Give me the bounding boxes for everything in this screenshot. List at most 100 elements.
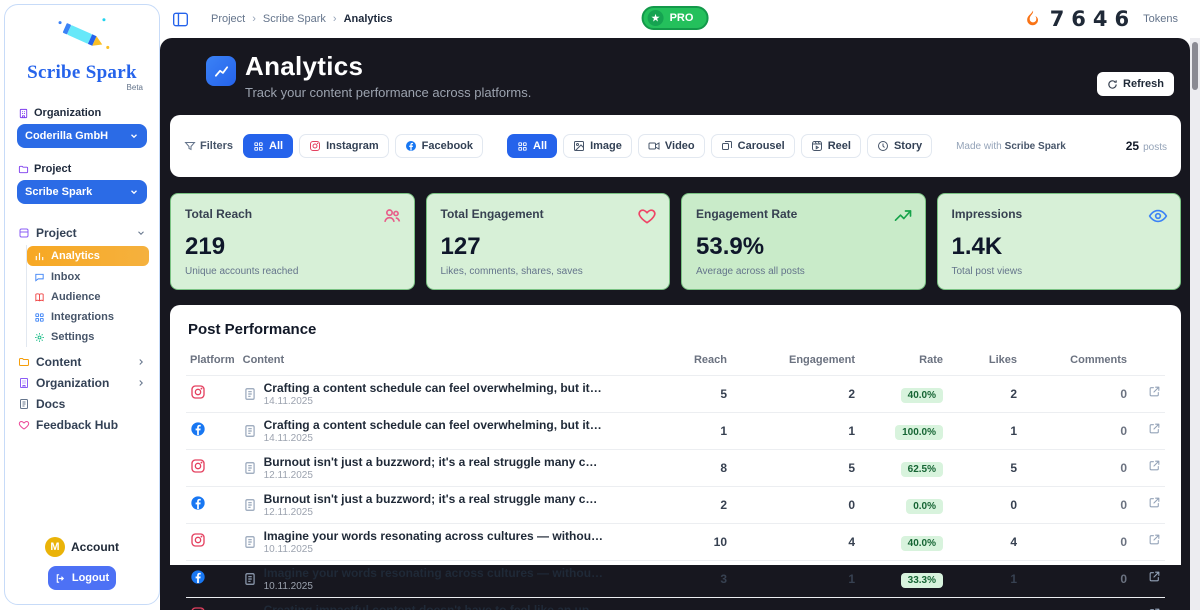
nav-docs[interactable]: Docs: [5, 393, 159, 414]
likes-value: 5: [947, 450, 1021, 487]
sidebar-item-integrations[interactable]: Integrations: [27, 307, 159, 327]
reach-value: 10: [621, 524, 731, 561]
book-icon: [34, 292, 45, 303]
chevron-right-icon: [136, 357, 146, 367]
external-link-icon[interactable]: [1148, 570, 1161, 583]
sidebar-item-settings[interactable]: Settings: [27, 327, 159, 347]
post-date: 14.11.2025: [264, 433, 604, 444]
post-document-icon: [243, 387, 257, 401]
project-select[interactable]: Scribe Spark: [17, 180, 147, 204]
table-row[interactable]: Crafting a content schedule can feel ove…: [186, 376, 1165, 413]
star-icon: ★: [648, 10, 664, 26]
table-row[interactable]: Crafting a content schedule can feel ove…: [186, 413, 1165, 450]
nav-feedback-hub[interactable]: Feedback Hub: [5, 414, 159, 435]
post-content: Crafting a content schedule can feel ove…: [264, 381, 604, 395]
facebook-icon: [405, 140, 417, 152]
external-link-icon[interactable]: [1148, 533, 1161, 546]
grid-icon: [34, 312, 45, 323]
table-row[interactable]: Burnout isn't just a buzzword; it's a re…: [186, 450, 1165, 487]
comments-value: 0: [1021, 524, 1131, 561]
table-row[interactable]: Burnout isn't just a buzzword; it's a re…: [186, 487, 1165, 524]
post-document-icon: [243, 535, 257, 549]
filters-card: Filters All Instagram Facebook All Image…: [170, 115, 1181, 177]
engagement-value: 0: [731, 487, 859, 524]
funnel-icon: [184, 140, 196, 152]
sidebar-item-analytics[interactable]: Analytics: [27, 246, 149, 266]
document-icon: [18, 398, 30, 410]
nav-organization[interactable]: Organization: [5, 372, 159, 393]
stat-card-total-reach: Total Reach 219 Unique accounts reached: [170, 193, 415, 290]
building-icon: [18, 377, 30, 389]
filter-image[interactable]: Image: [563, 134, 632, 158]
likes-value: 0: [947, 487, 1021, 524]
table-row[interactable]: Imagine your words resonating across cul…: [186, 524, 1165, 561]
logo: Scribe Spark Beta: [5, 5, 159, 92]
instagram-icon: [190, 384, 206, 400]
engagement-value: 4: [731, 524, 859, 561]
comments-value: 0: [1021, 598, 1131, 610]
breadcrumb-separator: ›: [252, 13, 256, 25]
reach-value: 12: [621, 598, 731, 610]
refresh-button[interactable]: Refresh: [1097, 72, 1174, 96]
engagement-value: 2: [731, 376, 859, 413]
scrollbar-thumb[interactable]: [1192, 42, 1198, 90]
filters-label: Filters: [184, 140, 233, 152]
post-content: Imagine your words resonating across cul…: [264, 529, 604, 543]
external-link-icon[interactable]: [1148, 422, 1161, 435]
logout-button[interactable]: Logout: [48, 566, 116, 590]
analytics-page-icon: [206, 56, 236, 86]
reach-value: 8: [621, 450, 731, 487]
pro-badge[interactable]: ★ PRO: [642, 6, 709, 30]
filter-facebook[interactable]: Facebook: [395, 134, 483, 158]
filter-type-all[interactable]: All: [507, 134, 557, 158]
filter-instagram[interactable]: Instagram: [299, 134, 389, 158]
post-date: 12.11.2025: [264, 507, 604, 518]
col-likes: Likes: [947, 350, 1021, 376]
reach-value: 2: [621, 487, 731, 524]
project-icon: [18, 227, 30, 239]
external-link-icon[interactable]: [1148, 385, 1161, 398]
posts-count: 25 posts: [1126, 139, 1167, 153]
eye-icon: [1148, 206, 1168, 231]
filter-platform-all[interactable]: All: [243, 134, 293, 158]
external-link-icon[interactable]: [1148, 459, 1161, 472]
table-row[interactable]: Creating impactful content doesn't have …: [186, 598, 1165, 610]
likes-value: 4: [947, 524, 1021, 561]
external-link-icon[interactable]: [1148, 496, 1161, 509]
post-content: Crafting a content schedule can feel ove…: [264, 418, 604, 432]
sidebar-toggle[interactable]: [172, 12, 189, 27]
post-document-icon: [243, 461, 257, 475]
brand-title: Scribe Spark: [5, 62, 159, 84]
sidebar-item-inbox[interactable]: Inbox: [27, 267, 159, 287]
filter-video[interactable]: Video: [638, 134, 705, 158]
post-date: 14.11.2025: [264, 396, 604, 407]
breadcrumb-scribe-spark[interactable]: Scribe Spark: [263, 13, 326, 25]
engagement-value: 5: [731, 450, 859, 487]
filter-story[interactable]: Story: [867, 134, 932, 158]
pencil-logo-icon: [51, 15, 113, 57]
stat-card-engagement-rate: Engagement Rate 53.9% Average across all…: [681, 193, 926, 290]
page-subtitle: Track your content performance across pl…: [245, 85, 531, 100]
filter-carousel[interactable]: Carousel: [711, 134, 795, 158]
col-engagement: Engagement: [731, 350, 859, 376]
post-date: 10.11.2025: [264, 581, 604, 592]
account-row[interactable]: M Account: [17, 537, 147, 557]
topbar: Project › Scribe Spark › Analytics ★ PRO…: [160, 0, 1190, 38]
likes-value: 6: [947, 598, 1021, 610]
post-date: 10.11.2025: [264, 544, 604, 555]
nav-project[interactable]: Project: [5, 222, 159, 243]
organization-select[interactable]: Coderilla GmbH: [17, 124, 147, 148]
filter-reel[interactable]: Reel: [801, 134, 861, 158]
table-row[interactable]: Imagine your words resonating across cul…: [186, 561, 1165, 598]
comments-value: 0: [1021, 487, 1131, 524]
post-document-icon: [243, 572, 257, 586]
nav-content[interactable]: Content: [5, 351, 159, 372]
col-comments: Comments: [1021, 350, 1131, 376]
facebook-icon: [190, 569, 206, 585]
video-icon: [648, 140, 660, 152]
col-reach: Reach: [621, 350, 731, 376]
breadcrumb-project[interactable]: Project: [211, 13, 245, 25]
scrollbar[interactable]: [1190, 38, 1200, 610]
sidebar-item-audience[interactable]: Audience: [27, 287, 159, 307]
facebook-icon: [190, 495, 206, 511]
